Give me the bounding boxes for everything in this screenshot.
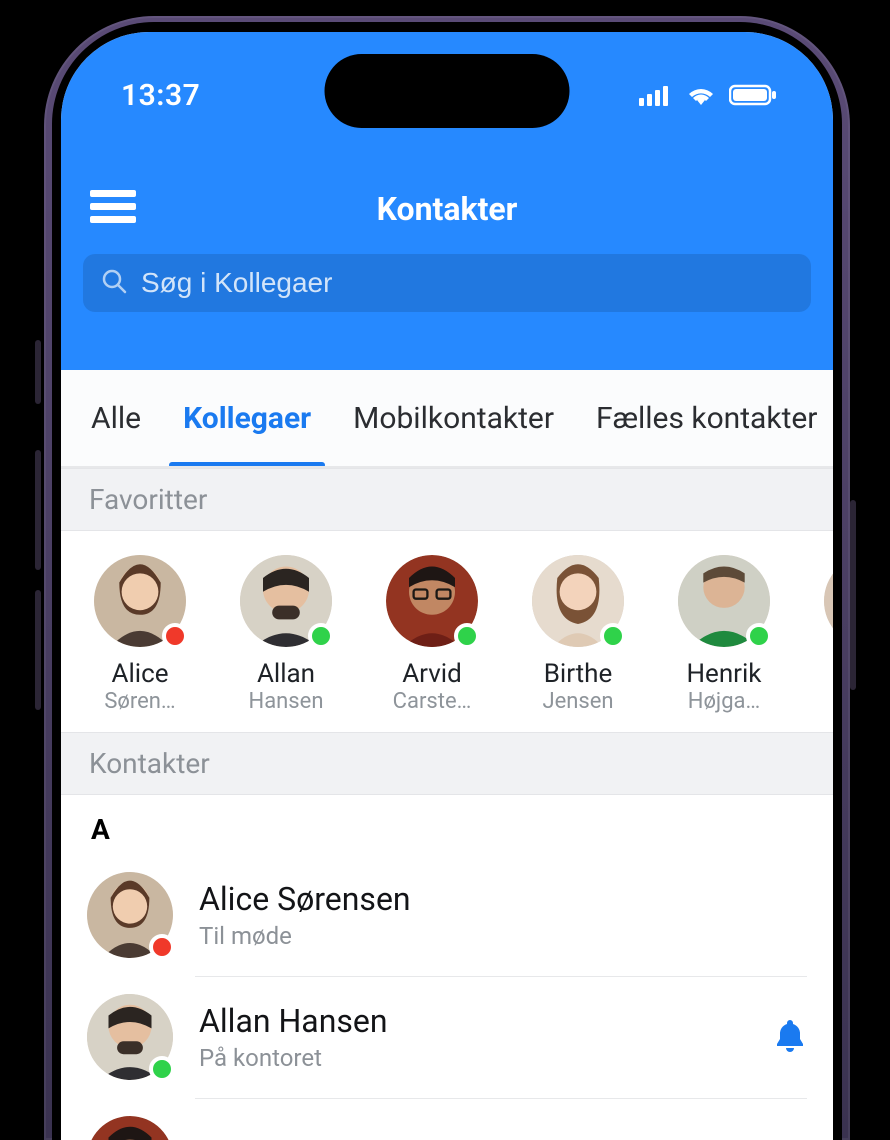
favorite-item[interactable]: Allan Hansen — [233, 555, 339, 714]
favorite-first: Alice — [87, 659, 193, 689]
favorite-first: Helle — [817, 659, 833, 689]
presence-badge — [600, 623, 626, 649]
favorite-item[interactable]: Arvid Carste… — [379, 555, 485, 714]
cellular-icon — [639, 84, 673, 106]
tab-faelles[interactable]: Fælles kontakter — [596, 370, 817, 466]
favorite-item[interactable]: Birthe Jensen — [525, 555, 631, 714]
favorite-last: Hansen — [233, 689, 339, 714]
contact-status: Til møde — [199, 922, 807, 950]
section-favorites: Favoritter — [61, 468, 833, 531]
favorite-first: Allan — [233, 659, 339, 689]
tab-kollegaer[interactable]: Kollegaer — [183, 370, 311, 466]
contact-row[interactable]: Allan Hansen På kontoret — [61, 976, 833, 1098]
presence-badge — [308, 623, 334, 649]
contact-row[interactable]: Alice Sørensen Til møde — [61, 854, 833, 976]
wifi-icon — [685, 84, 717, 106]
contact-name: Alice Sørensen — [199, 880, 807, 918]
battery-icon — [729, 84, 777, 106]
favorite-last: Johns… — [817, 689, 833, 714]
avatar — [87, 1116, 173, 1140]
phone-frame: 13:37 — [44, 16, 850, 1140]
search-input[interactable] — [141, 267, 793, 299]
tabs: Alle Kollegaer Mobilkontakter Fælles kon… — [61, 370, 833, 468]
search-icon — [101, 268, 127, 298]
favorites-row[interactable]: Alice Søren… Allan Hansen — [61, 531, 833, 732]
bell-icon[interactable] — [773, 1016, 807, 1058]
favorite-first: Arvid — [379, 659, 485, 689]
avatar — [824, 555, 833, 647]
favorite-last: Højga… — [671, 689, 777, 714]
alpha-header: A — [61, 795, 833, 854]
presence-badge — [454, 623, 480, 649]
favorite-last: Jensen — [525, 689, 631, 714]
section-contacts: Kontakter — [61, 732, 833, 795]
favorite-item[interactable]: Helle Johns… — [817, 555, 833, 714]
presence-badge — [162, 623, 188, 649]
favorite-item[interactable]: Alice Søren… — [87, 555, 193, 714]
tab-alle[interactable]: Alle — [91, 370, 141, 466]
contact-row[interactable]: Arvid Carstensen — [61, 1098, 833, 1140]
menu-button[interactable] — [87, 189, 139, 229]
favorite-first: Henrik — [671, 659, 777, 689]
presence-badge — [149, 934, 175, 960]
favorite-first: Birthe — [525, 659, 631, 689]
contact-name: Allan Hansen — [199, 1002, 747, 1040]
status-time: 13:37 — [121, 78, 200, 113]
hamburger-icon — [90, 190, 136, 228]
favorite-item[interactable]: Henrik Højga… — [671, 555, 777, 714]
favorite-last: Carste… — [379, 689, 485, 714]
search-bar[interactable] — [83, 254, 811, 312]
presence-badge — [746, 623, 772, 649]
favorite-last: Søren… — [87, 689, 193, 714]
page-title: Kontakter — [139, 190, 755, 228]
contact-status: På kontoret — [199, 1044, 747, 1072]
tab-mobilkontakter[interactable]: Mobilkontakter — [353, 370, 554, 466]
presence-badge — [149, 1056, 175, 1082]
dynamic-island — [325, 54, 570, 128]
screen: 13:37 — [61, 32, 833, 1140]
